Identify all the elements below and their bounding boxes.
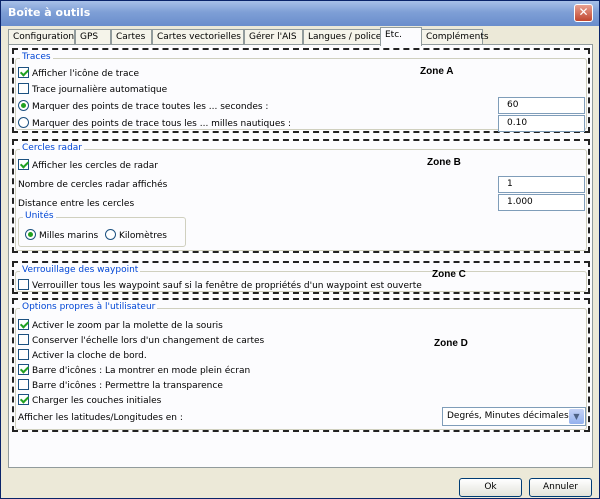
tab-cartes[interactable]: Cartes (111, 29, 152, 45)
units-nautical-miles-radio[interactable] (25, 229, 36, 240)
option-keep-scale[interactable]: Conserver l'échelle lors d'un changement… (18, 334, 264, 347)
toolbar-transparency-label: Barre d'icônes : Permettre la transparen… (32, 381, 223, 391)
title-bar[interactable]: Boîte à outils ✕ (1, 1, 599, 26)
tab-langues-polices[interactable]: Langues / polices (303, 29, 386, 45)
tab-gerer-ais[interactable]: Gérer l'AIS (244, 29, 303, 45)
waypoint-lock-legend: Verrouillage des waypoint (20, 265, 141, 275)
trace-seconds-input[interactable]: 60 (498, 97, 585, 114)
zone-c-label: Zone C (432, 269, 466, 280)
traces-legend: Traces (20, 52, 53, 62)
toolbox-dialog: Boîte à outils ✕ Configuration GPS Carte… (0, 0, 600, 499)
tab-cartes-vectorielles[interactable]: Cartes vectorielles (152, 29, 244, 45)
ship-bell-label: Activer la cloche de bord. (32, 351, 147, 361)
tab-panel-etc: Traces Zone A Afficher l'icône de trace … (8, 44, 593, 468)
ship-bell-checkbox[interactable] (18, 349, 29, 360)
keep-scale-checkbox[interactable] (18, 334, 29, 345)
option-ship-bell[interactable]: Activer la cloche de bord. (18, 349, 147, 362)
show-radar-rings-option[interactable]: Afficher les cercles de radar (18, 159, 158, 172)
units-group: Unités Milles marins Kilomètres (18, 211, 186, 247)
show-trace-icon-option[interactable]: Afficher l'icône de trace (18, 67, 139, 80)
lock-waypoints-label: Verrouiller tous les waypoint sauf si la… (32, 281, 422, 291)
tab-complements[interactable]: Compléments (421, 29, 489, 45)
units-kilometers-option[interactable]: Kilomètres (105, 229, 167, 242)
units-nautical-miles-label: Milles marins (39, 231, 99, 241)
zone-d-label: Zone D (434, 338, 468, 349)
zone-b-label: Zone B (427, 157, 461, 168)
units-nautical-miles-option[interactable]: Milles marins (25, 229, 98, 242)
option-mouse-wheel-zoom[interactable]: Activer le zoom par la molette de la sou… (18, 319, 223, 332)
trace-by-miles-label: Marquer des points de trace tous les ...… (32, 119, 292, 129)
tab-etc[interactable]: Etc. (380, 27, 422, 46)
show-radar-rings-checkbox[interactable] (18, 159, 29, 170)
latlon-format-label: Afficher les latitudes/Longitudes en : (18, 413, 183, 423)
trace-by-seconds-label: Marquer des points de trace toutes les .… (32, 102, 269, 112)
zone-c: Verrouillage des waypoint Zone C Verroui… (12, 261, 590, 294)
latlon-format-value: Degrés, Minutes décimales (447, 411, 569, 421)
daily-trace-option[interactable]: Trace journalière automatique (18, 83, 167, 96)
trace-by-seconds-radio[interactable] (18, 100, 29, 111)
units-kilometers-radio[interactable] (105, 229, 116, 240)
option-load-initial-layers[interactable]: Charger les couches initiales (18, 394, 161, 407)
daily-trace-checkbox[interactable] (18, 83, 29, 94)
chevron-down-icon[interactable]: ▼ (569, 409, 584, 424)
units-legend: Unités (23, 211, 56, 221)
close-icon[interactable]: ✕ (574, 4, 593, 22)
mouse-wheel-zoom-checkbox[interactable] (18, 319, 29, 330)
lock-waypoints-option[interactable]: Verrouiller tous les waypoint sauf si la… (18, 279, 422, 292)
trace-miles-input[interactable]: 0.10 (498, 115, 585, 132)
zone-a: Traces Zone A Afficher l'icône de trace … (12, 48, 590, 133)
trace-by-miles-option[interactable]: Marquer des points de trace tous les ...… (18, 117, 291, 130)
show-trace-icon-checkbox[interactable] (18, 67, 29, 78)
user-options-legend: Options propres à l'utilisateur (20, 302, 158, 312)
ring-count-input[interactable]: 1 (498, 176, 585, 193)
zone-d: Options propres à l'utilisateur Zone D A… (12, 298, 590, 432)
zone-a-label: Zone A (420, 66, 454, 77)
daily-trace-label: Trace journalière automatique (32, 85, 168, 95)
latlon-format-select[interactable]: Degrés, Minutes décimales ▼ (442, 407, 586, 426)
mouse-wheel-zoom-label: Activer le zoom par la molette de la sou… (32, 321, 223, 331)
option-toolbar-fullscreen[interactable]: Barre d'icônes : La montrer en mode plei… (18, 364, 250, 377)
option-toolbar-transparency[interactable]: Barre d'icônes : Permettre la transparen… (18, 379, 223, 392)
trace-by-seconds-option[interactable]: Marquer des points de trace toutes les .… (18, 100, 268, 113)
ring-distance-label: Distance entre les cercles (18, 199, 135, 209)
toolbar-fullscreen-label: Barre d'icônes : La montrer en mode plei… (32, 366, 251, 376)
load-initial-layers-checkbox[interactable] (18, 394, 29, 405)
toolbar-transparency-checkbox[interactable] (18, 379, 29, 390)
tab-gps[interactable]: GPS (75, 29, 111, 45)
ring-count-label: Nombre de cercles radar affichés (18, 180, 168, 190)
tab-configuration[interactable]: Configuration (8, 29, 75, 45)
radar-rings-legend: Cercles radar (20, 143, 85, 153)
toolbar-fullscreen-checkbox[interactable] (18, 364, 29, 375)
show-radar-rings-label: Afficher les cercles de radar (32, 161, 158, 171)
ring-distance-input[interactable]: 1.000 (498, 194, 585, 211)
trace-by-miles-radio[interactable] (18, 117, 29, 128)
ok-button[interactable]: Ok (459, 478, 522, 497)
show-trace-icon-label: Afficher l'icône de trace (32, 69, 139, 79)
load-initial-layers-label: Charger les couches initiales (32, 396, 162, 406)
window-title: Boîte à outils (8, 6, 91, 19)
zone-b: Cercles radar Zone B Afficher les cercle… (12, 139, 590, 253)
lock-waypoints-checkbox[interactable] (18, 279, 29, 290)
cancel-button[interactable]: Annuler (529, 478, 592, 497)
keep-scale-label: Conserver l'échelle lors d'un changement… (32, 336, 265, 346)
units-kilometers-label: Kilomètres (119, 231, 167, 241)
